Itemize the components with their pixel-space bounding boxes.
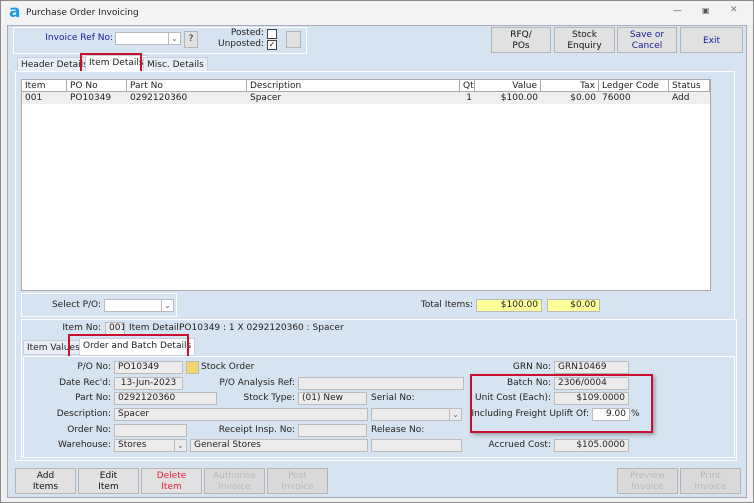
tab-misc-details[interactable]: Misc. Details bbox=[143, 57, 208, 72]
release-label: Release No: bbox=[371, 425, 425, 435]
highlight-item-details bbox=[80, 53, 142, 73]
receipt-label: Receipt Insp. No: bbox=[218, 425, 295, 435]
table-cell[interactable]: $100.00 bbox=[475, 92, 541, 104]
column-header[interactable]: Qty bbox=[460, 80, 475, 92]
order-field[interactable] bbox=[114, 424, 187, 437]
desc-label: Description: bbox=[56, 409, 111, 419]
column-header[interactable]: Part No bbox=[127, 80, 247, 92]
delete-item-button[interactable]: Delete Item bbox=[141, 468, 202, 494]
part-field[interactable]: 0292120360 bbox=[114, 392, 217, 405]
accrued-label: Accrued Cost: bbox=[488, 440, 551, 450]
column-header[interactable]: Status bbox=[669, 80, 710, 92]
stock-type-label: Stock Type: bbox=[243, 393, 295, 403]
table-cell[interactable]: Spacer bbox=[247, 92, 460, 104]
total-tax: $0.00 bbox=[547, 299, 600, 312]
po-no-field[interactable]: PO10349 bbox=[114, 361, 183, 374]
order-label: Order No: bbox=[67, 425, 111, 435]
column-header[interactable]: Value bbox=[475, 80, 541, 92]
column-header[interactable]: Item bbox=[22, 80, 67, 92]
app-logo: a bbox=[9, 2, 21, 22]
warehouse-name-field[interactable]: General Stores bbox=[190, 439, 368, 452]
preview-invoice-button[interactable]: Preview Invoice bbox=[617, 468, 678, 494]
chevron-down-icon: ⌄ bbox=[168, 33, 180, 44]
stock-type-field[interactable]: (01) New bbox=[298, 392, 367, 405]
invoice-ref-label: Invoice Ref No: bbox=[45, 33, 113, 43]
serial-dropdown[interactable]: ⌄ bbox=[371, 408, 462, 421]
table-cell[interactable]: 1 bbox=[460, 92, 475, 104]
po-type: Stock Order bbox=[201, 362, 255, 372]
folder-icon[interactable] bbox=[186, 361, 199, 374]
table-cell[interactable]: 76000 bbox=[599, 92, 669, 104]
refresh-button[interactable] bbox=[286, 31, 301, 48]
receipt-field[interactable] bbox=[298, 424, 367, 437]
grn-field[interactable]: GRN10469 bbox=[554, 361, 629, 374]
print-invoice-button[interactable]: Print Invoice bbox=[680, 468, 741, 494]
accrued-field[interactable]: $105.0000 bbox=[554, 439, 629, 452]
part-label: Part No: bbox=[75, 393, 111, 403]
total-value: $100.00 bbox=[476, 299, 542, 312]
desc-field[interactable]: Spacer bbox=[114, 408, 368, 421]
authorise-invoice-button[interactable]: Authorise Invoice bbox=[204, 468, 265, 494]
window: a Purchase Order Invoicing — ▣ ✕ Invoice… bbox=[0, 0, 754, 503]
restore-icon[interactable]: ▣ bbox=[702, 6, 710, 15]
minimize-icon[interactable]: — bbox=[673, 6, 682, 16]
table-cell[interactable]: 0292120360 bbox=[127, 92, 247, 104]
items-grid[interactable]: ItemPO NoPart NoDescriptionQtyValueTaxLe… bbox=[21, 79, 711, 291]
total-items-label: Total Items: bbox=[420, 300, 473, 310]
table-cell[interactable]: 001 bbox=[22, 92, 67, 104]
column-header[interactable]: Description bbox=[247, 80, 460, 92]
column-header[interactable]: Tax bbox=[541, 80, 599, 92]
column-header[interactable]: Ledger Code bbox=[599, 80, 669, 92]
serial-label: Serial No: bbox=[371, 393, 415, 403]
warehouse-label: Warehouse: bbox=[57, 440, 111, 450]
po-no-label: P/O No: bbox=[77, 362, 111, 372]
date-field[interactable]: 13-Jun-2023 bbox=[114, 377, 183, 390]
add-items-button[interactable]: Add Items bbox=[15, 468, 76, 494]
rfq-pos-button[interactable]: RFQ/ POs bbox=[491, 27, 551, 53]
analysis-label: P/O Analysis Ref: bbox=[219, 378, 295, 388]
title-bar: a Purchase Order Invoicing — ▣ ✕ bbox=[1, 1, 753, 25]
grn-label: GRN No: bbox=[512, 362, 551, 372]
column-header[interactable]: PO No bbox=[67, 80, 127, 92]
date-label: Date Rec'd: bbox=[59, 378, 111, 388]
highlight-cost-box bbox=[470, 374, 653, 433]
chevron-down-icon: ⌄ bbox=[449, 409, 461, 420]
close-icon[interactable]: ✕ bbox=[730, 5, 738, 15]
unposted-checkbox[interactable]: ✓ bbox=[267, 40, 277, 50]
post-invoice-button[interactable]: Post Invoice bbox=[267, 468, 328, 494]
invoice-ref-dropdown[interactable]: ⌄ bbox=[115, 32, 181, 45]
warehouse-dropdown[interactable]: Stores ⌄ bbox=[114, 439, 187, 452]
item-detail-value: PO10349 : 1 X 0292120360 : Spacer bbox=[179, 323, 344, 333]
highlight-order-batch bbox=[68, 334, 189, 358]
table-cell[interactable]: PO10349 bbox=[67, 92, 127, 104]
release-field[interactable] bbox=[371, 439, 462, 452]
chevron-down-icon: ⌄ bbox=[161, 300, 173, 311]
stock-enquiry-button[interactable]: Stock Enquiry bbox=[554, 27, 615, 53]
exit-button[interactable]: Exit bbox=[680, 27, 743, 53]
chevron-down-icon: ⌄ bbox=[174, 440, 186, 451]
table-cell[interactable]: Add bbox=[669, 92, 710, 104]
select-po-label: Select P/O: bbox=[51, 300, 101, 310]
save-cancel-button[interactable]: Save or Cancel bbox=[617, 27, 677, 53]
edit-item-button[interactable]: Edit Item bbox=[78, 468, 139, 494]
window-title: Purchase Order Invoicing bbox=[26, 8, 139, 18]
table-cell[interactable]: $0.00 bbox=[541, 92, 599, 104]
help-button[interactable]: ? bbox=[184, 31, 198, 48]
analysis-field[interactable] bbox=[298, 377, 464, 390]
posted-checkbox[interactable] bbox=[267, 29, 277, 39]
unposted-label: Unposted: bbox=[217, 39, 264, 49]
select-po-dropdown[interactable]: ⌄ bbox=[104, 299, 174, 312]
